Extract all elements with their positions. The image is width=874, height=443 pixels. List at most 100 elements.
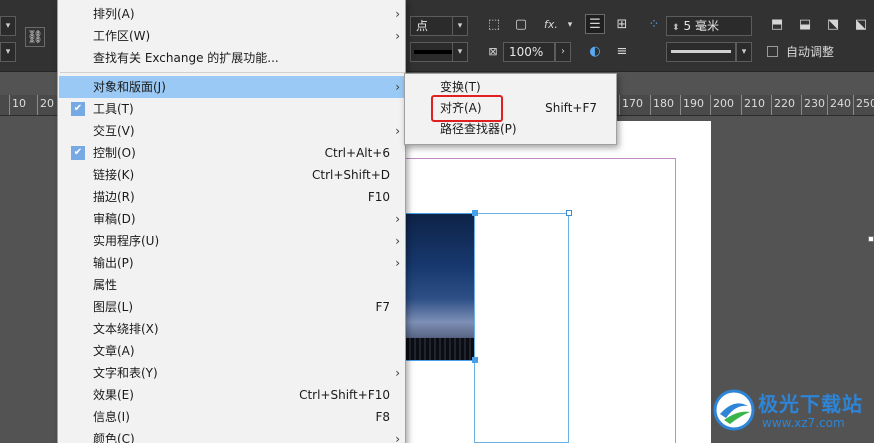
ruler-tick: [619, 95, 620, 115]
watermark-url: www.xz7.com: [762, 416, 845, 430]
checkmark-icon: ✔: [71, 102, 85, 116]
chevron-right-icon: ›: [395, 432, 400, 443]
chevron-right-icon: ›: [395, 234, 400, 248]
text-wrap-icon[interactable]: ⊞: [612, 15, 632, 35]
city-skyline-image: [406, 338, 474, 360]
ruler-number: 200: [713, 97, 734, 110]
stepper-icon[interactable]: ⬍: [672, 23, 680, 33]
distribute-icon[interactable]: ⬒: [767, 15, 787, 35]
ruler-number: 190: [683, 97, 704, 110]
selection-handle[interactable]: [472, 210, 478, 216]
dropdown-arrow-icon[interactable]: ▾: [0, 42, 16, 62]
menu-item-workspace[interactable]: 工作区(W) ›: [59, 25, 406, 47]
drop-shadow-icon[interactable]: ▢: [511, 15, 531, 35]
distribute-icon[interactable]: ⬔: [823, 15, 843, 35]
menu-item-type-tables[interactable]: 文字和表(Y) ›: [59, 362, 406, 384]
ruler-number: 210: [744, 97, 765, 110]
chevron-right-icon: ›: [395, 124, 400, 138]
ruler-number: 170: [622, 97, 643, 110]
window-menu: 排列(A) › 工作区(W) › 查找有关 Exchange 的扩展功能... 对象…: [57, 0, 406, 443]
dropdown-arrow-icon[interactable]: ▾: [736, 42, 752, 62]
color-swatch-icon[interactable]: ◐: [585, 42, 605, 62]
ruler-number: 180: [653, 97, 674, 110]
stroke-preview: [671, 50, 731, 53]
ruler-tick: [771, 95, 772, 115]
distribute-icon[interactable]: ⬕: [851, 15, 871, 35]
align-center-icon[interactable]: ≡: [612, 42, 632, 62]
menu-item-object-layout[interactable]: 对象和版面(J) ›: [59, 76, 406, 98]
menu-item-properties[interactable]: 属性: [59, 274, 406, 296]
chain-link-icon[interactable]: ⛓: [25, 27, 45, 47]
dropdown-arrow-icon[interactable]: ▾: [452, 42, 468, 62]
ruler-tick: [827, 95, 828, 115]
frame-style-field[interactable]: [666, 42, 736, 62]
menu-item-review[interactable]: 审稿(D) ›: [59, 208, 406, 230]
opacity-field[interactable]: 100%: [503, 42, 555, 62]
ruler-number: 230: [804, 97, 825, 110]
chevron-right-icon: ›: [395, 366, 400, 380]
menu-item-stroke[interactable]: 描边(R) F10: [59, 186, 406, 208]
chevron-right-icon: ›: [395, 29, 400, 43]
ruler-tick: [9, 95, 10, 115]
ruler-tick: [650, 95, 651, 115]
watermark-title: 极光下载站: [758, 392, 863, 416]
stroke-style-field[interactable]: [410, 42, 458, 62]
chevron-right-icon: ›: [395, 212, 400, 226]
annotation-highlight-box: [431, 95, 503, 122]
selection-handle[interactable]: [472, 357, 478, 363]
menu-item-layers[interactable]: 图层(L) F7: [59, 296, 406, 318]
stroke-weight-field[interactable]: 点: [410, 16, 458, 36]
frame-fitting-icon[interactable]: ⬚: [484, 15, 504, 35]
stroke-line-preview: [414, 50, 454, 54]
ruler-tick: [801, 95, 802, 115]
effects-fx-icon[interactable]: fx.: [541, 15, 561, 35]
ruler-number: 10: [12, 97, 26, 110]
submenu-item-pathfinder[interactable]: 路径查找器(P): [406, 119, 617, 140]
ruler-number: 220: [774, 97, 795, 110]
image-frame[interactable]: [405, 213, 475, 361]
chevron-right-icon[interactable]: ›: [555, 42, 571, 62]
menu-item-effects[interactable]: 效果(E) Ctrl+Shift+F10: [59, 384, 406, 406]
opacity-icon: ⊠: [488, 45, 498, 58]
menu-item-color[interactable]: 颜色(C) ›: [59, 428, 406, 443]
ruler-tick: [741, 95, 742, 115]
menu-separator: [60, 72, 405, 73]
menu-item-interactive[interactable]: 交互(V) ›: [59, 120, 406, 142]
menu-item-control[interactable]: ✔ 控制(O) Ctrl+Alt+6: [59, 142, 406, 164]
ruler-tick: [680, 95, 681, 115]
ruler-number: 250: [856, 97, 874, 110]
spacing-icon[interactable]: ⁘: [644, 15, 664, 35]
ruler-tick: [710, 95, 711, 115]
ruler-tick: [37, 95, 38, 115]
chevron-right-icon: ›: [395, 80, 400, 94]
spacing-field[interactable]: ⬍ 5 毫米: [666, 16, 752, 36]
watermark-logo-icon: [713, 389, 755, 431]
menu-item-find-exchange[interactable]: 查找有关 Exchange 的扩展功能...: [59, 47, 406, 69]
ruler-number: 20: [40, 97, 54, 110]
align-left-icon[interactable]: ☰: [585, 14, 605, 34]
indesign-window: ▾ ▾ ⛓ 点 ▾ ▾ ⬚ ▢ fx. ▾ ⊠ 100% › ☰ ⊞ ◐ ≡ ⁘…: [0, 0, 874, 443]
selection-handle[interactable]: [566, 210, 572, 216]
menu-item-output[interactable]: 输出(P) ›: [59, 252, 406, 274]
chevron-right-icon: ›: [395, 7, 400, 21]
ruler-number: 240: [830, 97, 851, 110]
menu-item-story[interactable]: 文章(A): [59, 340, 406, 362]
menu-item-utilities[interactable]: 实用程序(U) ›: [59, 230, 406, 252]
auto-fit-label: 自动调整: [786, 45, 835, 59]
auto-fit-checkbox[interactable]: [767, 46, 778, 57]
menu-item-text-wrap[interactable]: 文本绕排(X): [59, 318, 406, 340]
dropdown-arrow-icon[interactable]: ▾: [560, 15, 580, 35]
distribute-icon[interactable]: ⬓: [795, 15, 815, 35]
menu-item-arrange[interactable]: 排列(A) ›: [59, 3, 406, 25]
menu-item-info[interactable]: 信息(I) F8: [59, 406, 406, 428]
menu-item-links[interactable]: 链接(K) Ctrl+Shift+D: [59, 164, 406, 186]
ruler-tick: [853, 95, 854, 115]
dropdown-arrow-icon[interactable]: ▾: [452, 16, 468, 36]
watermark: 极光下载站 www.xz7.com: [712, 386, 872, 440]
empty-frame[interactable]: [474, 213, 569, 443]
chevron-right-icon: ›: [395, 256, 400, 270]
menu-item-tools[interactable]: ✔ 工具(T): [59, 98, 406, 120]
dropdown-arrow-icon[interactable]: ▾: [0, 16, 16, 36]
selection-handle[interactable]: [868, 236, 874, 242]
checkmark-icon: ✔: [71, 146, 85, 160]
